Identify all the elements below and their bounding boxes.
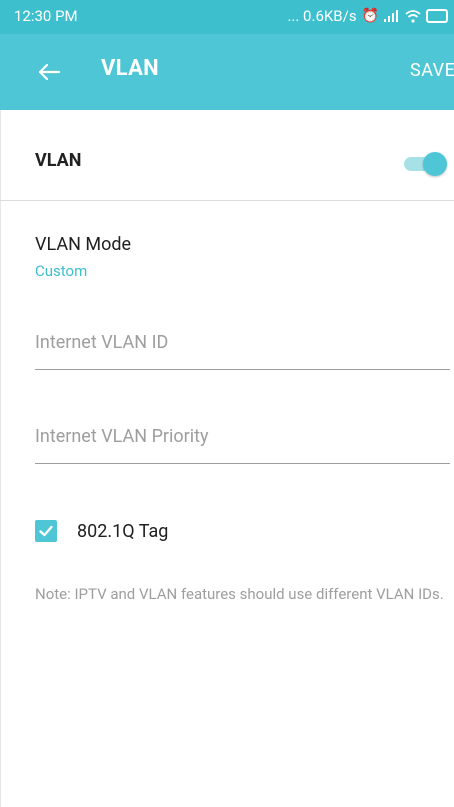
tag-checkbox-row[interactable]: 802.1Q Tag <box>35 516 168 546</box>
field-underline <box>35 369 450 370</box>
vlan-toggle-label: VLAN <box>35 150 82 171</box>
wifi-icon <box>405 9 421 23</box>
left-edge-line <box>0 110 1 807</box>
vlan-toggle-row: VLAN <box>0 125 454 200</box>
toggle-knob <box>423 152 447 176</box>
arrow-left-icon[interactable] <box>34 57 64 87</box>
signal-icon <box>384 10 398 22</box>
status-time: 12:30 PM <box>14 7 78 25</box>
network-speed: ... 0.6KB/s <box>287 7 357 25</box>
checkbox-checked-icon[interactable] <box>35 520 57 542</box>
vlan-mode-label[interactable]: VLAN Mode <box>35 234 131 255</box>
internet-vlan-id-field <box>35 322 450 370</box>
tag-checkbox-label: 802.1Q Tag <box>77 520 169 542</box>
vlan-toggle-switch[interactable] <box>402 149 447 177</box>
internet-vlan-priority-input[interactable] <box>35 416 450 456</box>
internet-vlan-id-input[interactable] <box>35 322 450 362</box>
page-title: VLAN <box>101 56 159 81</box>
battery-icon <box>426 9 448 23</box>
vlan-mode-value[interactable]: Custom <box>35 262 87 280</box>
internet-vlan-priority-field <box>35 416 450 464</box>
section-divider <box>0 200 454 201</box>
note-text: Note: IPTV and VLAN features should use … <box>35 585 444 603</box>
save-button[interactable]: SAVE <box>410 60 454 81</box>
status-icons: ... 0.6KB/s ⏰ <box>287 7 448 25</box>
alarm-icon: ⏰ <box>361 8 379 24</box>
app-bar: VLAN SAVE <box>0 34 454 110</box>
field-underline <box>35 463 450 464</box>
status-bar: 12:30 PM ... 0.6KB/s ⏰ <box>0 0 454 34</box>
